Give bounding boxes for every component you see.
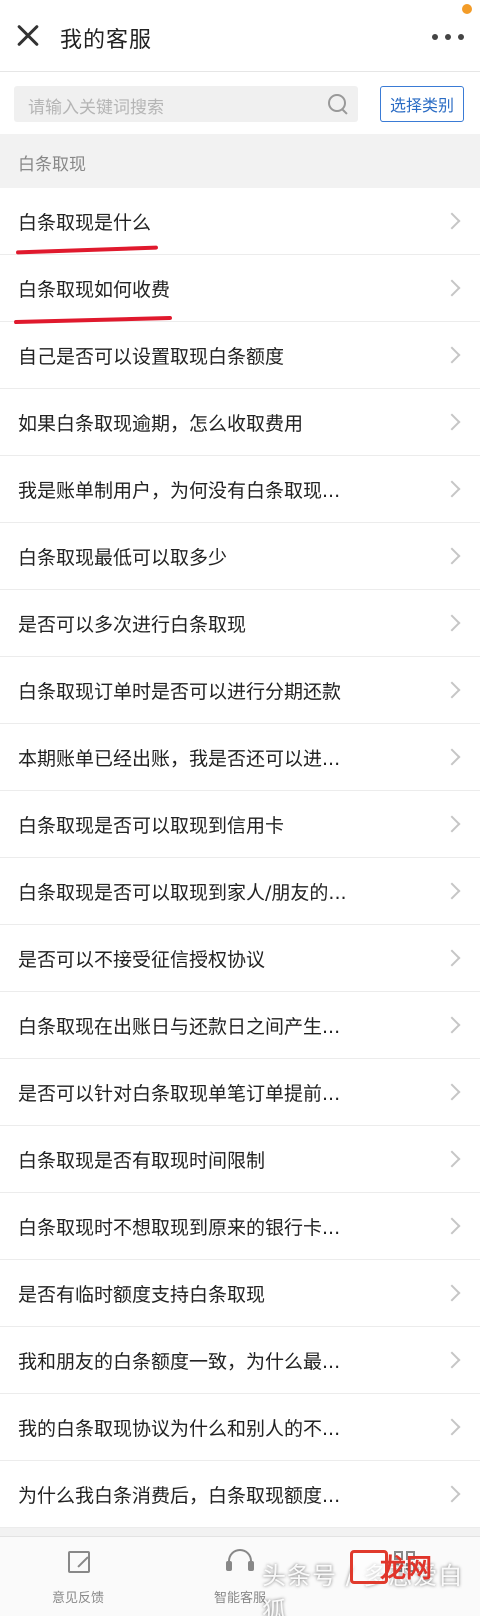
faq-item[interactable]: 白条取现时不想取现到原来的银行卡... — [0, 1193, 480, 1260]
chevron-right-icon — [443, 882, 461, 900]
watermark-logo: 龙网 — [350, 1546, 470, 1590]
faq-item-label: 我是账单制用户，为何没有白条取现... — [18, 480, 341, 502]
search-placeholder: 请输入关键词搜索 — [28, 98, 164, 118]
search-input[interactable]: 请输入关键词搜索 — [14, 86, 358, 122]
faq-item[interactable]: 白条取现是否可以取现到信用卡 — [0, 791, 480, 858]
tab-feedback[interactable]: 意见反馈 — [30, 1537, 126, 1616]
faq-item[interactable]: 白条取现是否有取现时间限制 — [0, 1126, 480, 1193]
chevron-right-icon — [443, 413, 461, 431]
faq-item[interactable]: 白条取现最低可以取多少 — [0, 523, 480, 590]
faq-item-label: 自己是否可以设置取现白条额度 — [18, 346, 285, 368]
tab-feedback-label: 意见反馈 — [51, 1591, 104, 1606]
notification-dot — [462, 4, 472, 14]
section-title: 白条取现 — [18, 155, 86, 175]
faq-item[interactable]: 本期账单已经出账，我是否还可以进... — [0, 724, 480, 791]
faq-item[interactable]: 白条取现在出账日与还款日之间产生... — [0, 992, 480, 1059]
logo-text: 龙网 — [380, 1554, 433, 1584]
faq-item-label: 白条取现时不想取现到原来的银行卡... — [18, 1217, 341, 1239]
chevron-right-icon — [443, 681, 461, 699]
faq-item[interactable]: 我和朋友的白条额度一致，为什么最... — [0, 1327, 480, 1394]
chevron-right-icon — [443, 346, 461, 364]
faq-item[interactable]: 白条取现是什么 — [0, 188, 480, 255]
faq-item[interactable]: 是否可以不接受征信授权协议 — [0, 925, 480, 992]
headset-icon — [226, 1549, 254, 1571]
search-bar: 请输入关键词搜索 选择类别 — [0, 72, 480, 134]
chevron-right-icon — [443, 1083, 461, 1101]
chevron-right-icon — [443, 1284, 461, 1302]
chevron-right-icon — [443, 1351, 461, 1369]
faq-item[interactable]: 我是账单制用户，为何没有白条取现... — [0, 456, 480, 523]
chevron-right-icon — [443, 614, 461, 632]
faq-item-label: 我的白条取现协议为什么和别人的不... — [18, 1418, 341, 1440]
chevron-right-icon — [443, 815, 461, 833]
chevron-right-icon — [443, 1217, 461, 1235]
edit-icon — [68, 1551, 90, 1573]
faq-item[interactable]: 自己是否可以设置取现白条额度 — [0, 322, 480, 389]
faq-item-label: 我和朋友的白条额度一致，为什么最... — [18, 1351, 341, 1373]
faq-item[interactable]: 是否有临时额度支持白条取现 — [0, 1260, 480, 1327]
chevron-right-icon — [443, 1418, 461, 1436]
faq-item-label: 白条取现是否有取现时间限制 — [18, 1150, 266, 1172]
faq-item-label: 白条取现是否可以取现到信用卡 — [18, 815, 285, 837]
chevron-right-icon — [443, 212, 461, 230]
chevron-right-icon — [443, 949, 461, 967]
faq-item-label: 白条取现最低可以取多少 — [18, 547, 228, 569]
faq-item-label: 白条取现如何收费 — [18, 279, 171, 301]
faq-item-label: 白条取现订单时是否可以进行分期还款 — [18, 681, 342, 703]
chevron-right-icon — [443, 1150, 461, 1168]
faq-item-label: 是否有临时额度支持白条取现 — [18, 1284, 266, 1306]
faq-item[interactable]: 是否可以多次进行白条取现 — [0, 590, 480, 657]
faq-item-label: 是否可以不接受征信授权协议 — [18, 949, 266, 971]
section-header: 白条取现 — [0, 134, 480, 188]
faq-item-label: 白条取现在出账日与还款日之间产生... — [18, 1016, 341, 1038]
faq-item[interactable]: 如果白条取现逾期，怎么收取费用 — [0, 389, 480, 456]
search-icon[interactable] — [328, 94, 348, 114]
faq-item-label: 白条取现是什么 — [18, 212, 152, 234]
header-bar: 我的客服 — [0, 0, 480, 72]
chevron-right-icon — [443, 547, 461, 565]
faq-item[interactable]: 白条取现如何收费 — [0, 255, 480, 322]
faq-item[interactable]: 白条取现订单时是否可以进行分期还款 — [0, 657, 480, 724]
faq-item-label: 是否可以多次进行白条取现 — [18, 614, 247, 636]
chevron-right-icon — [443, 1016, 461, 1034]
faq-item-label: 为什么我白条消费后，白条取现额度... — [18, 1485, 341, 1507]
faq-item[interactable]: 是否可以针对白条取现单笔订单提前... — [0, 1059, 480, 1126]
close-icon[interactable] — [10, 18, 46, 54]
faq-item[interactable]: 我的白条取现协议为什么和别人的不... — [0, 1394, 480, 1461]
page-title: 我的客服 — [60, 28, 153, 53]
select-category-button[interactable]: 选择类别 — [380, 86, 464, 122]
more-options-icon[interactable] — [428, 22, 468, 52]
chevron-right-icon — [443, 748, 461, 766]
faq-item-label: 是否可以针对白条取现单笔订单提前... — [18, 1083, 341, 1105]
chevron-right-icon — [443, 480, 461, 498]
faq-item-label: 如果白条取现逾期，怎么收取费用 — [18, 413, 304, 435]
faq-list: 白条取现是什么 白条取现如何收费 自己是否可以设置取现白条额度 如果白条取现逾期… — [0, 188, 480, 1528]
chevron-right-icon — [443, 1485, 461, 1503]
chevron-right-icon — [443, 279, 461, 297]
faq-item-label: 白条取现是否可以取现到家人/朋友的... — [18, 882, 347, 904]
faq-item-label: 本期账单已经出账，我是否还可以进... — [18, 748, 341, 770]
faq-item[interactable]: 为什么我白条消费后，白条取现额度... — [0, 1461, 480, 1528]
faq-item[interactable]: 白条取现是否可以取现到家人/朋友的... — [0, 858, 480, 925]
